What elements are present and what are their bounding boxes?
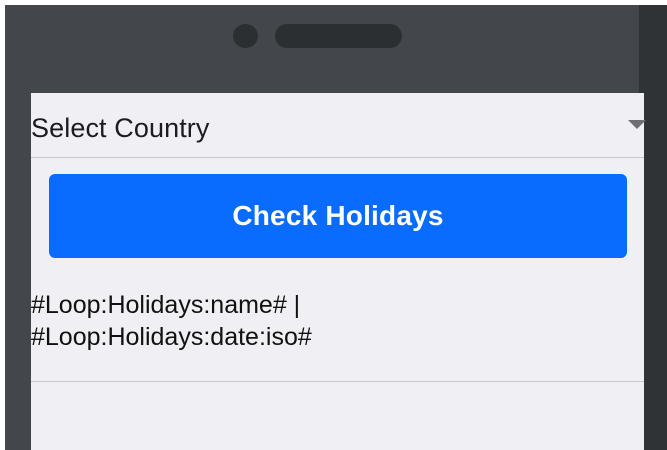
list-divider bbox=[31, 381, 644, 382]
device-frame: Select Country Check Holidays #Loop:Holi… bbox=[5, 5, 667, 450]
list-item: #Loop:Holidays:name# | #Loop:Holidays:da… bbox=[31, 289, 631, 353]
app-screen: Select Country Check Holidays #Loop:Holi… bbox=[31, 93, 646, 450]
holiday-date-template: #Loop:Holidays:date:iso# bbox=[31, 323, 312, 351]
check-holidays-button[interactable]: Check Holidays bbox=[49, 174, 627, 258]
chevron-down-icon[interactable] bbox=[628, 120, 646, 129]
speaker-grille bbox=[275, 24, 402, 48]
camera-icon bbox=[233, 24, 258, 48]
holiday-name-template: #Loop:Holidays:name# | bbox=[31, 291, 301, 319]
country-select-label: Select Country bbox=[31, 113, 210, 143]
country-select[interactable]: Select Country bbox=[31, 93, 646, 158]
